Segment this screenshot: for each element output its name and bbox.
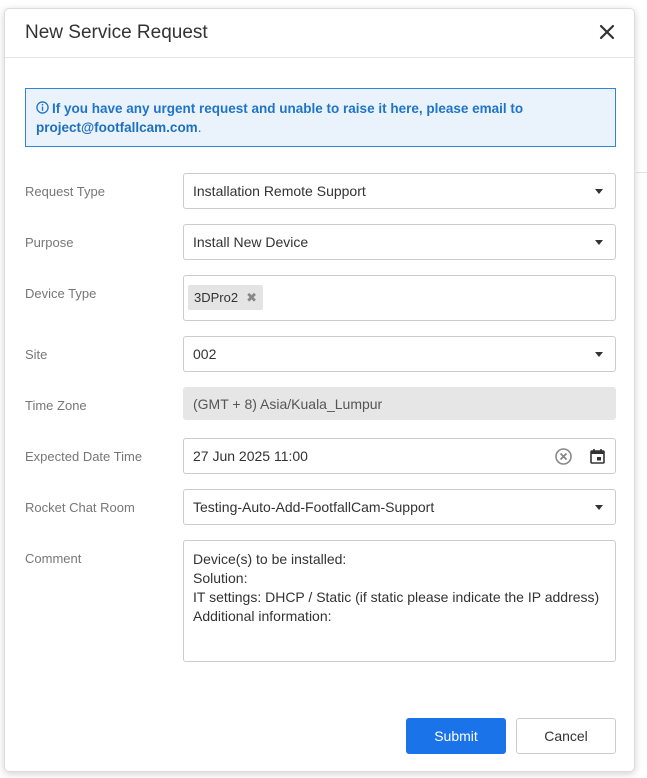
- support-email-link[interactable]: project@footfallcam.com: [36, 120, 198, 135]
- request-type-label: Request Type: [25, 184, 105, 199]
- site-value: 002: [193, 346, 217, 362]
- service-request-dialog: New Service Request If you have any urge…: [4, 8, 635, 772]
- time-zone-field: (GMT + 8) Asia/Kuala_Lumpur: [183, 387, 616, 420]
- rocket-chat-room-value: Testing-Auto-Add-FootfallCam-Support: [193, 499, 435, 515]
- request-type-select[interactable]: Installation Remote Support: [183, 173, 616, 209]
- device-type-tag-label: 3DPro2: [194, 290, 239, 305]
- dialog-title: New Service Request: [25, 22, 208, 43]
- chevron-down-icon: [595, 240, 603, 245]
- urgent-request-alert: If you have any urgent request and unabl…: [25, 88, 616, 147]
- expected-date-time-value: 27 Jun 2025 11:00: [193, 448, 308, 464]
- purpose-value: Install New Device: [193, 234, 309, 250]
- rocket-chat-room-select[interactable]: Testing-Auto-Add-FootfallCam-Support: [183, 489, 616, 525]
- device-type-multiselect[interactable]: 3DPro2 ✖: [183, 275, 616, 321]
- rocket-chat-room-label: Rocket Chat Room: [25, 500, 135, 515]
- site-label: Site: [25, 347, 48, 362]
- chevron-down-icon: [595, 505, 603, 510]
- alert-suffix: .: [197, 120, 202, 135]
- remove-tag-icon[interactable]: ✖: [246, 285, 257, 310]
- submit-button[interactable]: Submit: [406, 718, 506, 754]
- comment-label: Comment: [25, 551, 82, 566]
- alert-message: If you have any urgent request and unabl…: [52, 101, 524, 116]
- comment-line: Additional information:: [193, 608, 332, 624]
- request-type-value: Installation Remote Support: [193, 183, 366, 199]
- site-select[interactable]: 002: [183, 336, 616, 372]
- purpose-select[interactable]: Install New Device: [183, 224, 616, 260]
- calendar-icon[interactable]: [589, 448, 606, 465]
- close-button[interactable]: [596, 21, 618, 43]
- time-zone-label: Time Zone: [25, 398, 87, 413]
- comment-textarea[interactable]: Device(s) to be installed: Solution: IT …: [183, 540, 616, 662]
- chevron-down-icon: [595, 352, 603, 357]
- comment-line: IT settings: DHCP / Static (if static pl…: [193, 589, 600, 605]
- dialog-header: New Service Request: [5, 9, 634, 58]
- clear-icon[interactable]: [555, 448, 572, 465]
- comment-line: Solution:: [193, 570, 248, 586]
- cancel-button[interactable]: Cancel: [516, 718, 616, 754]
- chevron-down-icon: [595, 189, 603, 194]
- info-icon: [36, 101, 49, 114]
- expected-date-time-input[interactable]: 27 Jun 2025 11:00: [183, 438, 616, 474]
- close-icon: [599, 24, 615, 40]
- device-type-tag: 3DPro2 ✖: [188, 285, 263, 310]
- purpose-label: Purpose: [25, 235, 74, 250]
- comment-line: Device(s) to be installed:: [193, 551, 347, 567]
- expected-date-time-label: Expected Date Time: [25, 449, 143, 464]
- background-divider: [636, 172, 647, 173]
- time-zone-value: (GMT + 8) Asia/Kuala_Lumpur: [193, 396, 383, 412]
- device-type-label: Device Type: [25, 286, 97, 301]
